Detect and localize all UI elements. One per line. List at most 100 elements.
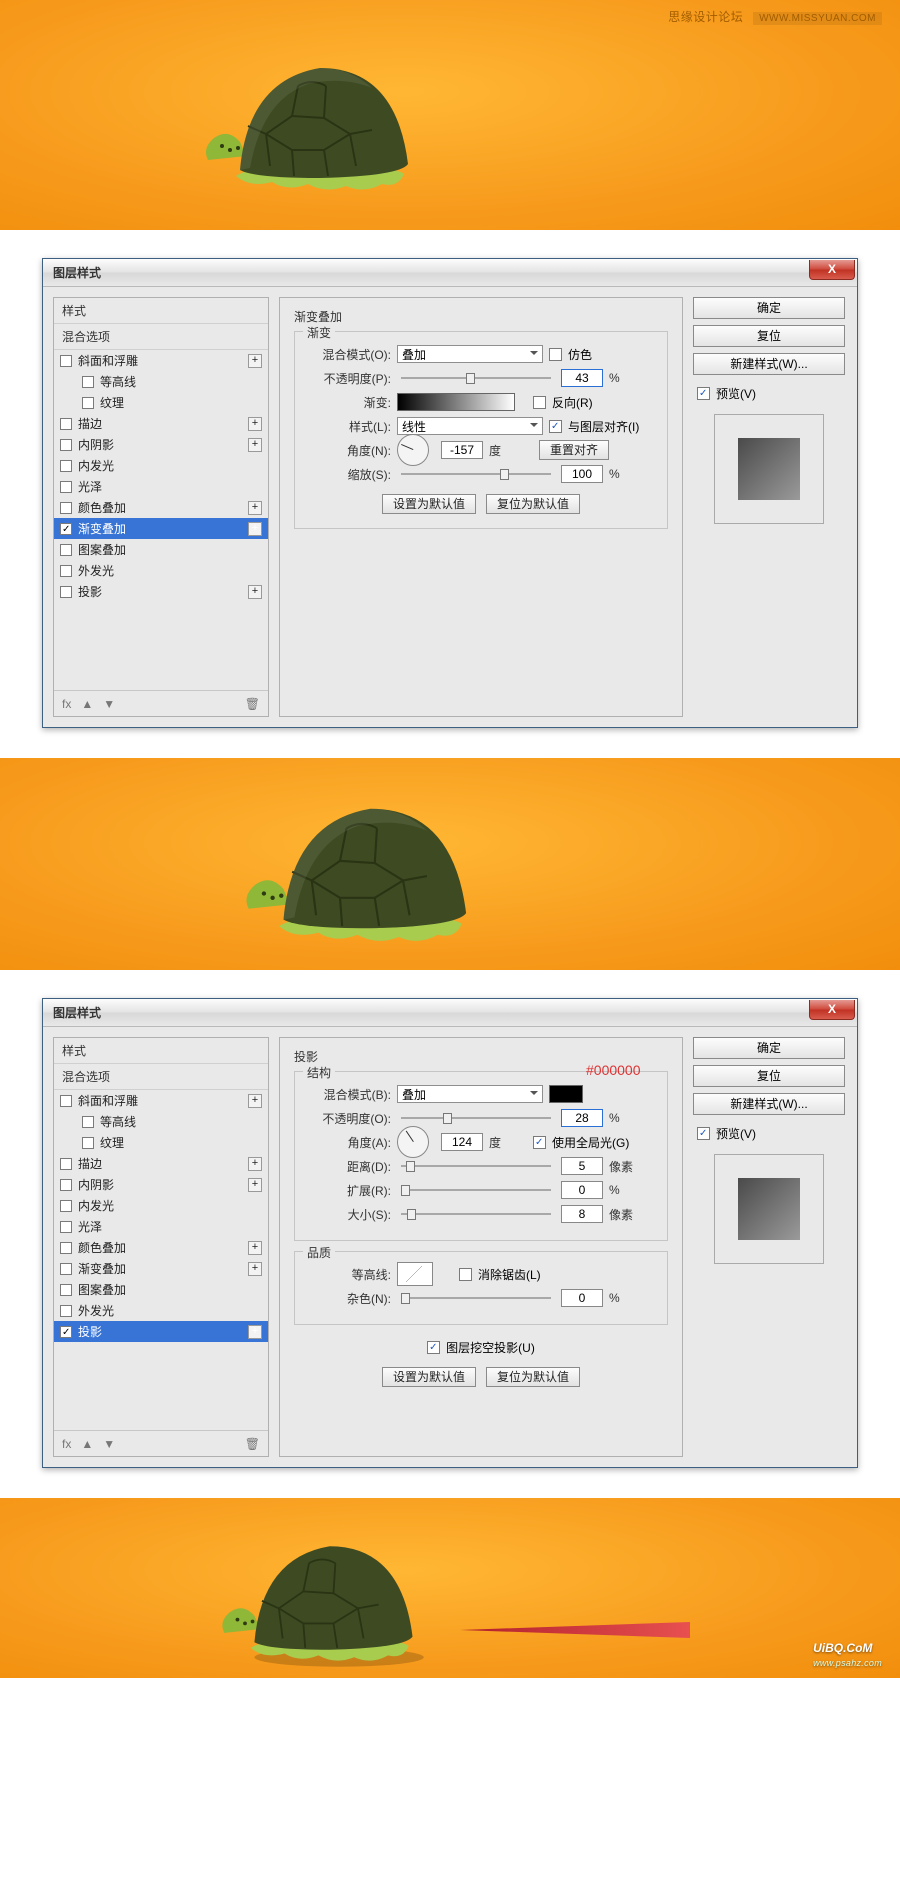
contour-picker[interactable] xyxy=(397,1262,433,1286)
opacity-slider[interactable] xyxy=(401,371,551,385)
effect-color-overlay[interactable]: 颜色叠加+ xyxy=(54,497,268,518)
plus-icon[interactable]: + xyxy=(248,1262,262,1276)
noise-slider[interactable] xyxy=(401,1291,551,1305)
close-button[interactable]: X xyxy=(809,260,855,280)
angle-dial[interactable] xyxy=(397,1126,429,1158)
color-swatch[interactable] xyxy=(549,1085,583,1103)
style-label: 样式(L): xyxy=(307,418,391,435)
effect-bevel[interactable]: 斜面和浮雕+ xyxy=(54,350,268,371)
effect-inner-glow[interactable]: 内发光 xyxy=(54,1195,268,1216)
styles-header[interactable]: 样式 xyxy=(54,1038,268,1064)
effect-texture[interactable]: 纹理 xyxy=(54,1132,268,1153)
preview-checkbox[interactable] xyxy=(697,1127,710,1140)
plus-icon[interactable]: + xyxy=(248,1094,262,1108)
effect-stroke[interactable]: 描边+ xyxy=(54,413,268,434)
distance-slider[interactable] xyxy=(401,1159,551,1173)
angle-input[interactable]: -157 xyxy=(441,441,483,459)
reverse-checkbox[interactable] xyxy=(533,396,546,409)
effect-satin[interactable]: 光泽 xyxy=(54,476,268,497)
effect-color-overlay[interactable]: 颜色叠加+ xyxy=(54,1237,268,1258)
plus-icon[interactable]: + xyxy=(248,501,262,515)
watermark-site: WWW.MISSYUAN.COM xyxy=(753,12,882,25)
align-checkbox[interactable] xyxy=(549,420,562,433)
plus-icon[interactable]: + xyxy=(248,1157,262,1171)
down-arrow-icon[interactable]: ▼ xyxy=(103,1437,115,1451)
antialias-checkbox[interactable] xyxy=(459,1268,472,1281)
opacity-slider[interactable] xyxy=(401,1111,551,1125)
effect-contour[interactable]: 等高线 xyxy=(54,1111,268,1132)
spread-input[interactable]: 0 xyxy=(561,1181,603,1199)
reset-default-button[interactable]: 复位为默认值 xyxy=(486,494,580,514)
styles-header[interactable]: 样式 xyxy=(54,298,268,324)
opacity-input[interactable]: 43 xyxy=(561,369,603,387)
distance-input[interactable]: 5 xyxy=(561,1157,603,1175)
dither-checkbox[interactable] xyxy=(549,348,562,361)
effect-pattern-overlay[interactable]: 图案叠加 xyxy=(54,1279,268,1300)
down-arrow-icon[interactable]: ▼ xyxy=(103,697,115,711)
new-style-button[interactable]: 新建样式(W)... xyxy=(693,353,845,375)
angle-input[interactable]: 124 xyxy=(441,1133,483,1151)
set-default-button[interactable]: 设置为默认值 xyxy=(382,1367,476,1387)
plus-icon[interactable]: + xyxy=(248,417,262,431)
effect-inner-glow[interactable]: 内发光 xyxy=(54,455,268,476)
blend-options-header[interactable]: 混合选项 xyxy=(54,1064,268,1090)
close-button[interactable]: X xyxy=(809,1000,855,1020)
ok-button[interactable]: 确定 xyxy=(693,297,845,319)
blend-options-header[interactable]: 混合选项 xyxy=(54,324,268,350)
preview-checkbox[interactable] xyxy=(697,387,710,400)
noise-input[interactable]: 0 xyxy=(561,1289,603,1307)
set-default-button[interactable]: 设置为默认值 xyxy=(382,494,476,514)
distance-label: 距离(D): xyxy=(307,1158,391,1175)
effect-stroke[interactable]: 描边+ xyxy=(54,1153,268,1174)
up-arrow-icon[interactable]: ▲ xyxy=(81,697,93,711)
effect-outer-glow[interactable]: 外发光 xyxy=(54,560,268,581)
plus-icon[interactable]: + xyxy=(248,1325,262,1339)
reset-button[interactable]: 复位 xyxy=(693,325,845,347)
dither-label: 仿色 xyxy=(568,346,592,363)
effect-inner-shadow[interactable]: 内阴影+ xyxy=(54,1174,268,1195)
plus-icon[interactable]: + xyxy=(248,354,262,368)
up-arrow-icon[interactable]: ▲ xyxy=(81,1437,93,1451)
plus-icon[interactable]: + xyxy=(248,438,262,452)
effect-drop-shadow[interactable]: 投影+ xyxy=(54,581,268,602)
effect-bevel[interactable]: 斜面和浮雕+ xyxy=(54,1090,268,1111)
reset-align-button[interactable]: 重置对齐 xyxy=(539,440,609,460)
reset-button[interactable]: 复位 xyxy=(693,1065,845,1087)
layer-style-dialog-shadow: 图层样式 X 样式 混合选项 斜面和浮雕+ 等高线 纹理 描边+ 内阴影+ 内发… xyxy=(42,998,858,1468)
spread-slider[interactable] xyxy=(401,1183,551,1197)
plus-icon[interactable]: + xyxy=(248,1178,262,1192)
effect-gradient-overlay[interactable]: 渐变叠加+ xyxy=(54,1258,268,1279)
blend-mode-select[interactable]: 叠加 xyxy=(397,1085,543,1103)
scale-slider[interactable] xyxy=(401,467,551,481)
effect-outer-glow[interactable]: 外发光 xyxy=(54,1300,268,1321)
effect-drop-shadow[interactable]: 投影+ xyxy=(54,1321,268,1342)
style-select[interactable]: 线性 xyxy=(397,417,543,435)
fx-menu[interactable]: fx xyxy=(62,697,71,711)
fx-menu[interactable]: fx xyxy=(62,1437,71,1451)
trash-icon[interactable]: 🗑 xyxy=(245,1437,260,1451)
plus-icon[interactable]: + xyxy=(248,522,262,536)
size-slider[interactable] xyxy=(401,1207,551,1221)
effect-inner-shadow[interactable]: 内阴影+ xyxy=(54,434,268,455)
dialog-title: 图层样式 xyxy=(53,1004,101,1021)
arrow-annotation xyxy=(460,1618,710,1648)
size-input[interactable]: 8 xyxy=(561,1205,603,1223)
trash-icon[interactable]: 🗑 xyxy=(245,697,260,711)
effect-pattern-overlay[interactable]: 图案叠加 xyxy=(54,539,268,560)
ok-button[interactable]: 确定 xyxy=(693,1037,845,1059)
knockout-checkbox[interactable] xyxy=(427,1341,440,1354)
opacity-input[interactable]: 28 xyxy=(561,1109,603,1127)
angle-dial[interactable] xyxy=(397,434,429,466)
new-style-button[interactable]: 新建样式(W)... xyxy=(693,1093,845,1115)
effect-contour[interactable]: 等高线 xyxy=(54,371,268,392)
plus-icon[interactable]: + xyxy=(248,585,262,599)
blend-mode-select[interactable]: 叠加 xyxy=(397,345,543,363)
effect-texture[interactable]: 纹理 xyxy=(54,392,268,413)
effect-gradient-overlay[interactable]: 渐变叠加+ xyxy=(54,518,268,539)
reset-default-button[interactable]: 复位为默认值 xyxy=(486,1367,580,1387)
plus-icon[interactable]: + xyxy=(248,1241,262,1255)
scale-input[interactable]: 100 xyxy=(561,465,603,483)
effect-satin[interactable]: 光泽 xyxy=(54,1216,268,1237)
gradient-picker[interactable] xyxy=(397,393,515,411)
global-light-checkbox[interactable] xyxy=(533,1136,546,1149)
